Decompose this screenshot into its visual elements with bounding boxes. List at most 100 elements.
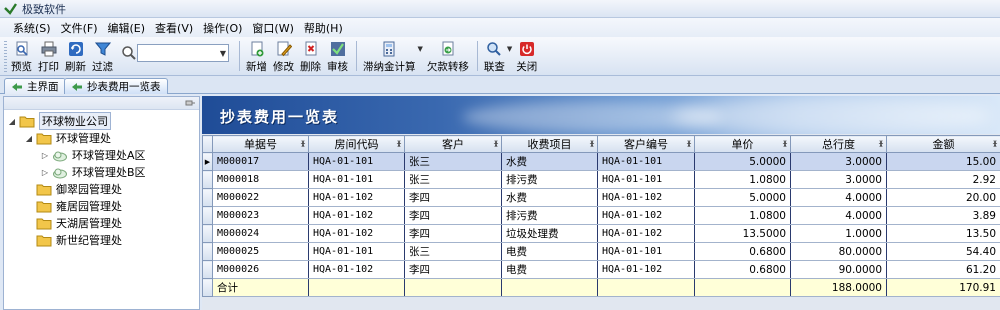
search-dropdown[interactable]: ▼ [137,44,229,62]
pin-icon[interactable]: ᚕ [783,139,787,148]
table-cell[interactable]: 1.0800 [694,170,791,189]
tab-main[interactable]: 主界面 [4,78,66,94]
table-cell[interactable]: HQA-01-102 [308,206,405,225]
row-indicator[interactable] [202,224,213,243]
menu-edit[interactable]: 编辑(E) [103,20,151,36]
edit-button[interactable]: 修改 [273,37,294,75]
approve-button[interactable]: 审核 [327,37,348,75]
debt-transfer-button[interactable]: 欠款转移 [427,37,469,75]
toolbar-grip[interactable] [4,41,7,73]
table-cell[interactable]: 排污费 [501,206,598,225]
pin-icon[interactable]: ᚕ [879,139,883,148]
table-cell[interactable]: 4.0000 [790,206,887,225]
column-header[interactable]: 客户 ᚕ [404,135,502,153]
row-indicator[interactable] [202,206,213,225]
expand-toggle-icon[interactable]: ◢ [24,134,34,143]
row-pointer-icon[interactable]: ▶ [202,152,213,171]
table-row[interactable]: M000026 HQA-01-102 李四 电费 HQA-01-102 0.6800 90.… [202,260,1000,279]
menu-file[interactable]: 文件(F) [56,20,103,36]
table-cell[interactable]: HQA-01-102 [597,224,695,243]
tab-meter-fee-list[interactable]: 抄表费用一览表 [64,78,168,94]
expand-toggle-icon[interactable]: ▷ [40,151,50,160]
table-cell[interactable]: M000018 [212,170,309,189]
pin-icon[interactable]: ᚕ [494,139,498,148]
table-cell[interactable]: 20.00 [886,188,1000,207]
table-cell[interactable]: HQA-01-101 [308,242,405,261]
table-cell[interactable]: HQA-01-101 [308,152,405,171]
table-cell[interactable]: 李四 [404,260,502,279]
row-indicator[interactable] [202,188,213,207]
table-cell[interactable]: HQA-01-102 [597,206,695,225]
table-cell[interactable]: 5.0000 [694,188,791,207]
print-button[interactable]: 打印 [38,37,59,75]
column-header[interactable]: 房间代码 ᚕ [308,135,405,153]
expand-toggle-icon[interactable]: ▷ [40,168,50,177]
table-cell[interactable]: 李四 [404,224,502,243]
menu-help[interactable]: 帮助(H) [299,20,348,36]
table-cell[interactable]: 54.40 [886,242,1000,261]
table-cell[interactable]: M000024 [212,224,309,243]
expand-toggle-icon[interactable]: ◢ [7,117,17,126]
tree-node-xinshiji[interactable]: 新世纪管理处 [24,232,122,248]
pin-icon[interactable]: ᚕ [687,139,691,148]
table-row[interactable]: M000018 HQA-01-101 张三 排污费 HQA-01-101 1.0800 3.… [202,170,1000,189]
column-header[interactable]: 总行度 ᚕ [790,135,887,153]
table-cell[interactable]: 15.00 [886,152,1000,171]
table-cell[interactable]: HQA-01-101 [597,242,695,261]
table-cell[interactable]: 2.92 [886,170,1000,189]
table-cell[interactable]: 张三 [404,170,502,189]
menu-system[interactable]: 系统(S) [8,20,56,36]
table-cell[interactable]: 5.0000 [694,152,791,171]
tree-node-level1[interactable]: ◢ 环球管理处 [24,130,111,146]
table-row[interactable]: M000022 HQA-01-102 李四 水费 HQA-01-102 5.0000 4.0… [202,188,1000,207]
table-cell[interactable]: HQA-01-101 [597,152,695,171]
pin-icon[interactable] [185,98,196,108]
row-indicator[interactable] [202,260,213,279]
table-cell[interactable]: M000022 [212,188,309,207]
preview-button[interactable]: 预览 [11,37,32,75]
table-cell[interactable]: 4.0000 [790,188,887,207]
tree-node-tianhuju[interactable]: 天湖居管理处 [24,215,122,231]
table-cell[interactable]: 3.0000 [790,152,887,171]
table-cell[interactable]: 李四 [404,206,502,225]
table-cell[interactable]: 1.0800 [694,206,791,225]
row-indicator[interactable] [202,242,213,261]
close-button[interactable]: 关闭 [516,37,537,75]
table-cell[interactable]: 水费 [501,188,598,207]
table-cell[interactable]: 0.6800 [694,260,791,279]
table-cell[interactable]: 张三 [404,152,502,171]
tree-node-area-b[interactable]: ▷ 环球管理处B区 [40,164,146,180]
table-cell[interactable]: HQA-01-102 [308,188,405,207]
chevron-down-icon[interactable]: ▼ [507,45,512,53]
table-row[interactable]: M000023 HQA-01-102 李四 排污费 HQA-01-102 1.0800 4.… [202,206,1000,225]
table-cell[interactable]: 90.0000 [790,260,887,279]
table-cell[interactable]: HQA-01-101 [308,170,405,189]
table-cell[interactable]: 水费 [501,152,598,171]
chevron-down-icon[interactable]: ▼ [418,45,423,53]
table-cell[interactable]: HQA-01-101 [597,170,695,189]
table-cell[interactable]: HQA-01-102 [597,260,695,279]
tree-node-yongjuyuan[interactable]: 雍居园管理处 [24,198,122,214]
column-header[interactable]: 单价 ᚕ [694,135,791,153]
table-cell[interactable]: 垃圾处理费 [501,224,598,243]
menu-view[interactable]: 查看(V) [150,20,198,36]
table-cell[interactable]: HQA-01-102 [308,260,405,279]
table-row[interactable]: ▶ M000017 HQA-01-101 张三 水费 HQA-01-101 5.0000 3.… [202,152,1000,171]
table-cell[interactable]: 61.20 [886,260,1000,279]
pin-icon[interactable]: ᚕ [993,139,997,148]
table-cell[interactable]: 1.0000 [790,224,887,243]
pin-icon[interactable]: ᚕ [397,139,401,148]
table-cell[interactable]: 80.0000 [790,242,887,261]
filter-button[interactable]: 过滤 [92,37,113,75]
column-header[interactable]: 收费项目 ᚕ [501,135,598,153]
column-header[interactable]: 单据号 ᚕ [212,135,309,153]
table-cell[interactable]: M000025 [212,242,309,261]
table-cell[interactable]: 张三 [404,242,502,261]
table-cell[interactable]: M000023 [212,206,309,225]
table-cell[interactable]: HQA-01-102 [308,224,405,243]
table-row[interactable]: M000025 HQA-01-101 张三 电费 HQA-01-101 0.6800 80.… [202,242,1000,261]
table-cell[interactable]: 0.6800 [694,242,791,261]
tree-node-area-a[interactable]: ▷ 环球管理处A区 [40,147,146,163]
table-cell[interactable]: 13.50 [886,224,1000,243]
table-cell[interactable]: HQA-01-102 [597,188,695,207]
